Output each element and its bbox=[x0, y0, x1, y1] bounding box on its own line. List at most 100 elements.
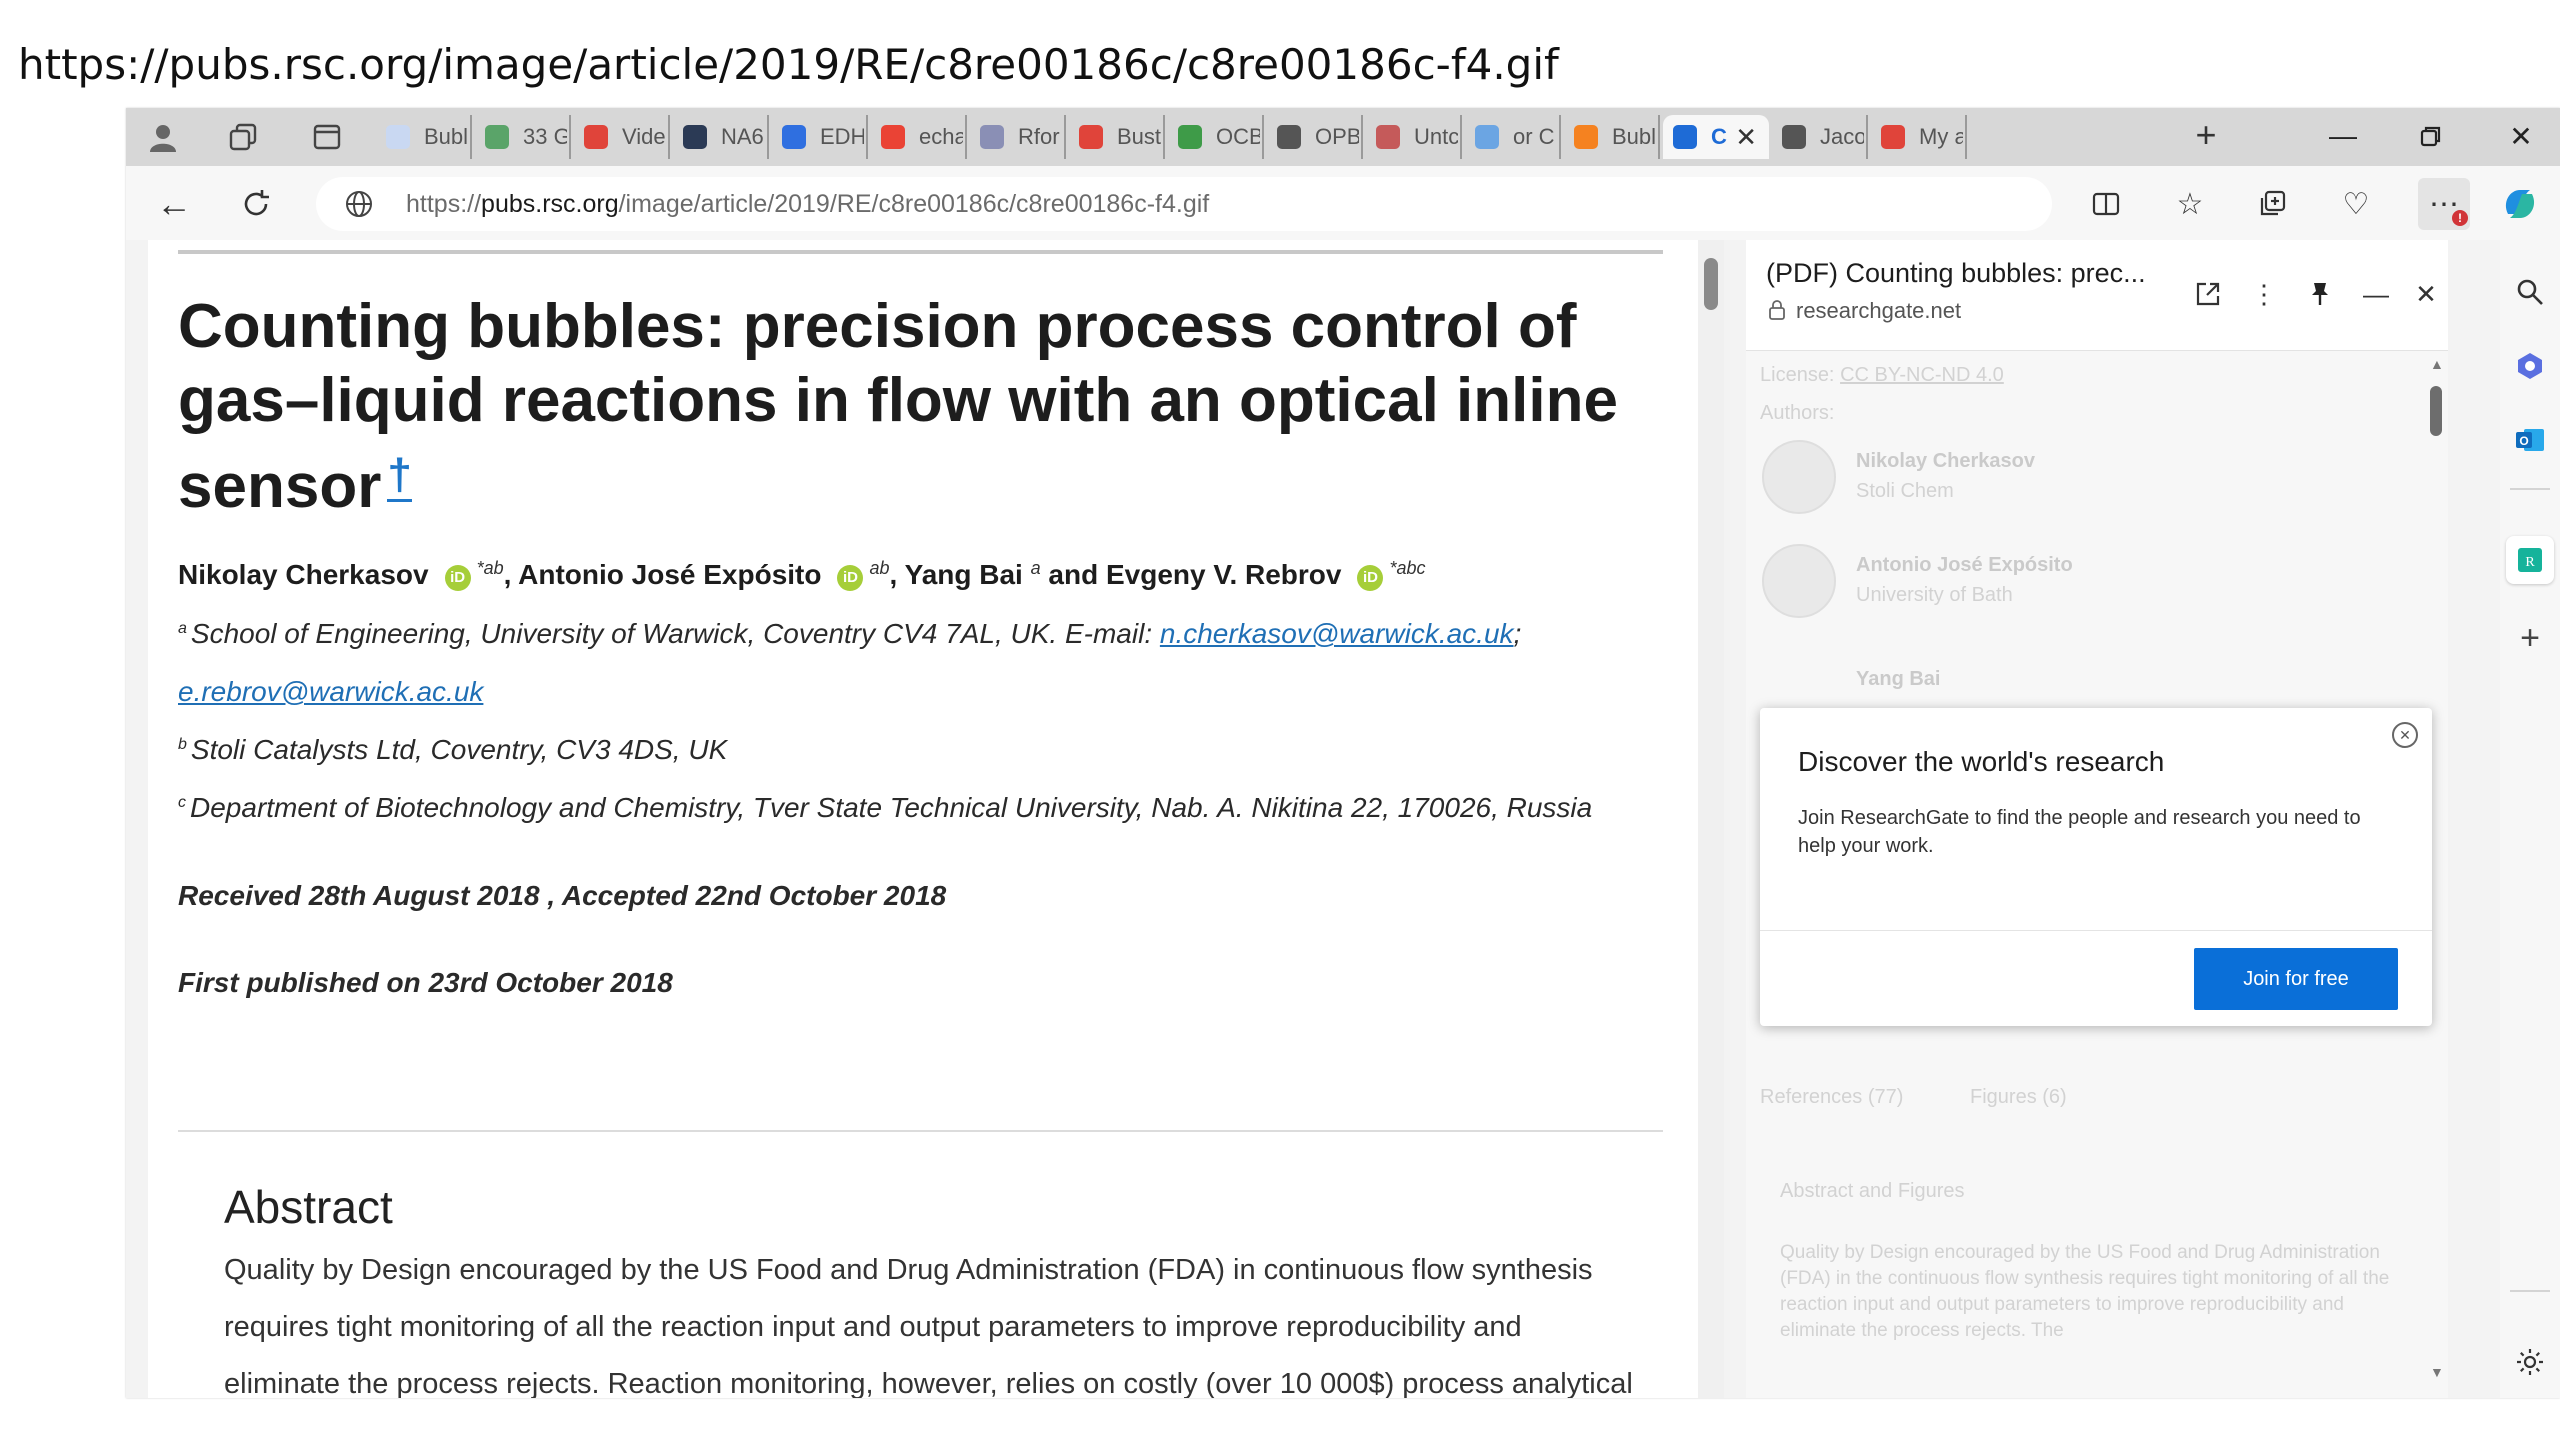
tab-active[interactable]: C ✕ bbox=[1663, 115, 1769, 159]
browser-tab[interactable]: OPB bbox=[1267, 115, 1363, 159]
tab-title: Bubl bbox=[424, 124, 468, 149]
tab-favicon-icon bbox=[584, 125, 608, 149]
affiliation-c: c Department of Biotechnology and Chemist… bbox=[178, 792, 1593, 823]
back-button[interactable]: ← bbox=[152, 182, 196, 226]
workspaces-icon[interactable] bbox=[224, 118, 262, 156]
close-pane-icon[interactable]: ✕ bbox=[2408, 276, 2444, 312]
collections-icon[interactable] bbox=[2250, 182, 2294, 226]
sidebar-researchgate-icon[interactable]: R bbox=[2506, 536, 2554, 584]
browser-tab[interactable]: Bust bbox=[1069, 115, 1165, 159]
author-name[interactable]: , Antonio José Expósito bbox=[504, 559, 822, 590]
tab-title: Vide bbox=[622, 124, 666, 149]
popup-heading: Discover the world's research bbox=[1798, 746, 2165, 777]
tab-favicon-icon bbox=[1277, 125, 1301, 149]
browser-tab[interactable]: or C bbox=[1465, 115, 1561, 159]
tab-favicon-icon bbox=[1782, 125, 1806, 149]
favorites-icon[interactable]: ☆ bbox=[2168, 182, 2212, 226]
close-window-button[interactable]: ✕ bbox=[2496, 116, 2546, 156]
pin-icon[interactable] bbox=[2302, 276, 2338, 312]
address-bar[interactable]: https://pubs.rsc.org/image/article/2019/… bbox=[316, 177, 2052, 231]
browser-tab[interactable]: Rfor bbox=[970, 115, 1066, 159]
orcid-icon[interactable]: iD bbox=[837, 565, 864, 591]
faded-author-affil: Stoli Chem bbox=[1856, 480, 1954, 502]
tab-list: Bubl 33 G Vide NA6 EDH echa Rfor Bust OCB OPB Untc… bbox=[376, 115, 1970, 159]
author-affil-sup: *abc bbox=[1389, 558, 1426, 578]
minimize-button[interactable]: — bbox=[2318, 116, 2368, 156]
sidebar-search-icon[interactable] bbox=[2510, 272, 2550, 312]
tab-title: Bust bbox=[1117, 124, 1161, 149]
author-affil-sup: *ab bbox=[476, 558, 504, 578]
tab-title: Untc bbox=[1414, 124, 1458, 149]
sidebar-copilot-icon[interactable] bbox=[2510, 346, 2550, 386]
browser-tab[interactable]: Bubl bbox=[1564, 115, 1660, 159]
received-accepted-dates: Received 28th August 2018 , Accepted 22n… bbox=[178, 880, 947, 911]
author-name[interactable]: and Evgeny V. Rebrov bbox=[1041, 559, 1341, 590]
tab-actions-icon[interactable] bbox=[308, 118, 346, 156]
author-name[interactable]: Nikolay Cherkasov bbox=[178, 559, 429, 590]
more-options-icon[interactable]: ⋮ bbox=[2246, 276, 2282, 312]
browser-tab[interactable]: Untc bbox=[1366, 115, 1462, 159]
refresh-button[interactable] bbox=[234, 182, 278, 226]
side-pane-title: (PDF) Counting bubbles: prec... bbox=[1766, 258, 2146, 288]
side-pane-site: researchgate.net bbox=[1796, 298, 1962, 323]
browser-tab[interactable]: My a bbox=[1871, 115, 1967, 159]
globe-icon bbox=[346, 191, 372, 217]
sidebar-settings-icon[interactable] bbox=[2510, 1342, 2550, 1382]
split-screen-icon[interactable] bbox=[2084, 182, 2128, 226]
tab-title: Rfor bbox=[1018, 124, 1060, 149]
affiliation-a-email2: e.rebrov@warwick.ac.uk bbox=[178, 676, 483, 708]
svg-text:R: R bbox=[2525, 555, 2535, 570]
copilot-icon[interactable] bbox=[2498, 182, 2542, 226]
scroll-down-arrow-icon[interactable]: ▼ bbox=[2430, 1364, 2444, 1380]
footnote-dagger-link[interactable]: † bbox=[387, 450, 412, 502]
restore-button[interactable] bbox=[2406, 116, 2456, 156]
tab-favicon-icon bbox=[1079, 125, 1103, 149]
author-list: Nikolay Cherkasov iD *ab, Antonio José Exp… bbox=[178, 558, 1426, 591]
browser-essentials-icon[interactable]: ♡ bbox=[2334, 182, 2378, 226]
open-in-new-tab-icon[interactable] bbox=[2190, 276, 2226, 312]
tab-title: EDH bbox=[820, 124, 864, 149]
browser-tab[interactable]: EDH bbox=[772, 115, 868, 159]
sidebar-separator bbox=[2510, 488, 2550, 490]
scroll-up-arrow-icon[interactable]: ▲ bbox=[2430, 356, 2444, 372]
popup-body: Join ResearchGate to find the people and… bbox=[1798, 807, 2361, 857]
sidebar-add-icon[interactable]: + bbox=[2510, 618, 2550, 658]
orcid-icon[interactable]: iD bbox=[1357, 565, 1384, 591]
popup-close-icon[interactable]: ✕ bbox=[2392, 722, 2418, 748]
browser-tab[interactable]: 33 G bbox=[475, 115, 571, 159]
minimize-pane-icon[interactable]: — bbox=[2358, 276, 2394, 312]
faded-author-name: Nikolay Cherkasov bbox=[1856, 450, 2035, 472]
close-tab-icon[interactable]: ✕ bbox=[1735, 122, 1757, 153]
email-link-rebrov[interactable]: e.rebrov@warwick.ac.uk bbox=[178, 676, 483, 707]
profile-icon[interactable] bbox=[144, 118, 182, 156]
browser-tab[interactable]: echa bbox=[871, 115, 967, 159]
side-pane-scrollbar[interactable]: ▲ ▼ bbox=[2426, 356, 2446, 1386]
orcid-icon[interactable]: iD bbox=[444, 565, 471, 591]
sidebar-outlook-icon[interactable]: O bbox=[2510, 420, 2550, 460]
join-for-free-button[interactable]: Join for free bbox=[2194, 948, 2398, 1010]
tab-title: OPB bbox=[1315, 124, 1359, 149]
tab-favicon-icon bbox=[980, 125, 1004, 149]
new-tab-button[interactable]: + bbox=[2186, 114, 2226, 155]
browser-tab[interactable]: Vide bbox=[574, 115, 670, 159]
tab-favicon-icon bbox=[1475, 125, 1499, 149]
browser-tab[interactable]: Jaco bbox=[1772, 115, 1868, 159]
browser-tab[interactable]: NA6 bbox=[673, 115, 769, 159]
faded-authors-label: Authors: bbox=[1760, 402, 1835, 424]
abstract-heading: Abstract bbox=[224, 1181, 393, 1233]
side-pane-scroll-thumb[interactable] bbox=[2430, 386, 2442, 436]
tab-favicon-icon bbox=[1178, 125, 1202, 149]
tab-title: Jaco bbox=[1820, 124, 1864, 149]
tab-title: OCB bbox=[1216, 124, 1260, 149]
faded-figures-tab: Figures (6) bbox=[1970, 1086, 2067, 1108]
browser-tab[interactable]: OCB bbox=[1168, 115, 1264, 159]
faded-references-tab: References (77) bbox=[1760, 1086, 1904, 1108]
sidebar-separator bbox=[2510, 1290, 2550, 1292]
email-link-cherkasov[interactable]: n.cherkasov@warwick.ac.uk bbox=[1160, 618, 1514, 649]
settings-more-icon[interactable]: ⋯! bbox=[2418, 178, 2470, 230]
page-scroll-thumb[interactable] bbox=[1704, 258, 1718, 310]
browser-tab[interactable]: Bubl bbox=[376, 115, 472, 159]
author-name[interactable]: , Yang Bai bbox=[890, 559, 1031, 590]
tab-favicon-icon bbox=[1673, 125, 1697, 149]
page-scrollbar[interactable] bbox=[1698, 240, 1724, 1398]
